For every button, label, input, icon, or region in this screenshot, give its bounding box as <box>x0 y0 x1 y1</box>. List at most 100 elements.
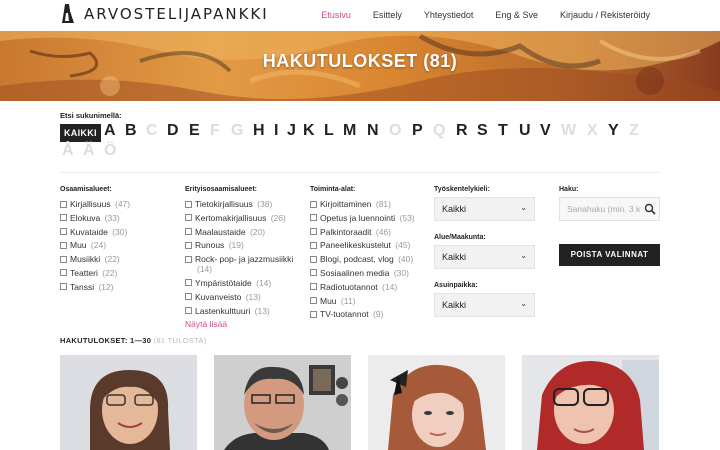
letter-p-button[interactable]: P <box>412 122 423 140</box>
residence-label: Asuinpaikka: <box>434 282 478 289</box>
checkbox[interactable] <box>310 269 317 277</box>
filter-checkbox-item[interactable]: Maalaustaide (20) <box>185 227 300 237</box>
filter-checkbox-item[interactable]: Tietokirjallisuus (38) <box>185 199 300 209</box>
letter-v-button[interactable]: V <box>540 122 551 140</box>
checkbox[interactable] <box>185 307 192 315</box>
results-total: (81 TULOSTA) <box>153 336 207 345</box>
checkbox[interactable] <box>185 241 192 249</box>
filter-checkbox-item[interactable]: Sosiaalinen media (30) <box>310 268 425 278</box>
result-card[interactable] <box>214 355 351 450</box>
residence-select[interactable]: Kaikki ⌄ <box>434 293 535 317</box>
checkbox[interactable] <box>60 241 67 249</box>
filter-checkbox-item[interactable]: Kuvataide (30) <box>60 227 175 237</box>
checkbox-text: Blogi, podcast, vlog (40) <box>320 254 413 264</box>
filter-checkbox-item[interactable]: Elokuva (33) <box>60 213 175 223</box>
filter-checkbox-item[interactable]: Paneelikeskustelut (45) <box>310 240 425 250</box>
checkbox[interactable] <box>185 228 192 236</box>
filter-checkbox-item[interactable]: Musiikki (22) <box>60 254 175 264</box>
letter-l-button[interactable]: L <box>324 122 334 140</box>
region-select[interactable]: Kaikki ⌄ <box>434 245 535 269</box>
nav-eng-sve[interactable]: Eng & Sve <box>495 10 538 20</box>
site-logo[interactable]: ARVOSTELIJAPANKKI <box>60 3 269 25</box>
checkbox[interactable] <box>185 214 192 222</box>
checkbox[interactable] <box>185 255 192 263</box>
checkbox[interactable] <box>310 200 317 208</box>
letter-s-button[interactable]: S <box>477 122 488 140</box>
filter-checkbox-item[interactable]: Kirjallisuus (47) <box>60 199 175 209</box>
letter-r-button[interactable]: R <box>456 122 468 140</box>
filter-checkbox-item[interactable]: Radiotuotannot (14) <box>310 282 425 292</box>
filter-checkbox-item[interactable]: Muu (11) <box>310 296 425 306</box>
checkbox[interactable] <box>310 297 317 305</box>
checkbox[interactable] <box>310 283 317 291</box>
letter-e-button[interactable]: E <box>189 122 200 140</box>
letter-i-button[interactable]: I <box>274 122 278 140</box>
filter-checkbox-item[interactable]: Blogi, podcast, vlog (40) <box>310 254 425 264</box>
filter-checkbox-item[interactable]: Muu (24) <box>60 240 175 250</box>
letter-x-button: X <box>587 122 598 139</box>
result-card[interactable] <box>60 355 197 450</box>
checkbox-label: Blogi, podcast, vlog <box>320 254 394 265</box>
filter-checkbox-item[interactable]: Runous (19) <box>185 240 300 250</box>
letter-d-button[interactable]: D <box>167 122 179 140</box>
filter-checkbox-item[interactable]: Opetus ja luennointi (53) <box>310 213 425 223</box>
filter-checkbox-item[interactable]: Rock- pop- ja jazzmusiikki (14) <box>185 254 300 274</box>
checkbox[interactable] <box>60 214 67 222</box>
letter-k-button[interactable]: K <box>303 122 315 140</box>
search-input[interactable]: Sanahaku (min. 3 k <box>559 197 660 221</box>
result-card[interactable] <box>368 355 505 450</box>
filter-checkbox-item[interactable]: Teatteri (22) <box>60 268 175 278</box>
checkbox[interactable] <box>60 200 67 208</box>
results-range: HAKUTULOKSET: 1—30 <box>60 336 152 345</box>
result-card[interactable] <box>522 355 659 450</box>
letter-h-button[interactable]: H <box>253 122 265 140</box>
show-more-link[interactable]: Näytä lisää <box>185 319 300 329</box>
checkbox[interactable] <box>60 255 67 263</box>
checkbox[interactable] <box>310 214 317 222</box>
letter-n-button[interactable]: N <box>367 122 379 140</box>
filter-checkbox-item[interactable]: Lastenkulttuuri (13) <box>185 306 300 316</box>
filter-checkbox-item[interactable]: Tanssi (12) <box>60 282 175 292</box>
letter-m-button[interactable]: M <box>343 122 356 140</box>
filter-checkbox-item[interactable]: Kirjoittaminen (81) <box>310 199 425 209</box>
checkbox[interactable] <box>310 310 317 318</box>
filter-checkbox-item[interactable]: Kuvanveisto (13) <box>185 292 300 302</box>
letter-u-button[interactable]: U <box>519 122 531 140</box>
filter-checkbox-item[interactable]: Palkintoraadit (46) <box>310 227 425 237</box>
letter-y-button[interactable]: Y <box>608 122 619 140</box>
checkbox-label: Elokuva <box>70 212 101 223</box>
search-icon[interactable] <box>644 203 656 215</box>
checkbox-label: Lastenkulttuuri <box>195 305 251 316</box>
checkbox-text: Kuvanveisto (13) <box>195 292 261 302</box>
alphabet-label: Etsi sukunimellä: <box>60 111 122 120</box>
checkbox[interactable] <box>185 279 192 287</box>
filter-checkbox-item[interactable]: Ympäristötaide (14) <box>185 278 300 288</box>
divider <box>60 172 660 173</box>
checkbox[interactable] <box>310 228 317 236</box>
checkbox-label: Kirjoittaminen <box>320 199 372 209</box>
filter-checkbox-item[interactable]: Kertomakirjallisuus (26) <box>185 213 300 223</box>
checkbox[interactable] <box>60 269 67 277</box>
letter-a-button[interactable]: A <box>104 122 116 140</box>
nav-login[interactable]: Kirjaudu / Rekisteröidy <box>560 10 650 20</box>
checkbox[interactable] <box>185 200 192 208</box>
filter-checkbox-item[interactable]: TV-tuotannot (9) <box>310 309 425 319</box>
checkbox[interactable] <box>60 283 67 291</box>
language-select[interactable]: Kaikki ⌄ <box>434 197 535 221</box>
nav-esittely[interactable]: Esittely <box>373 10 402 20</box>
pen-logo-icon <box>62 4 74 23</box>
checkbox[interactable] <box>60 228 67 236</box>
checkbox-count: (9) <box>373 309 384 320</box>
checkbox[interactable] <box>185 293 192 301</box>
letter-b-button[interactable]: B <box>125 122 137 140</box>
checkbox[interactable] <box>310 241 317 249</box>
checkbox-count: (14) <box>382 281 398 292</box>
letter-j-button[interactable]: J <box>287 122 296 140</box>
clear-filters-button[interactable]: POISTA VALINNAT <box>559 244 660 266</box>
letter-all-button[interactable]: KAIKKI <box>60 124 101 142</box>
nav-etusivu[interactable]: Etusivu <box>321 10 351 20</box>
letter-t-button[interactable]: T <box>498 122 508 140</box>
checkbox-label: Teatteri <box>70 267 98 278</box>
nav-yhteystiedot[interactable]: Yhteystiedot <box>424 10 474 20</box>
checkbox[interactable] <box>310 255 317 263</box>
